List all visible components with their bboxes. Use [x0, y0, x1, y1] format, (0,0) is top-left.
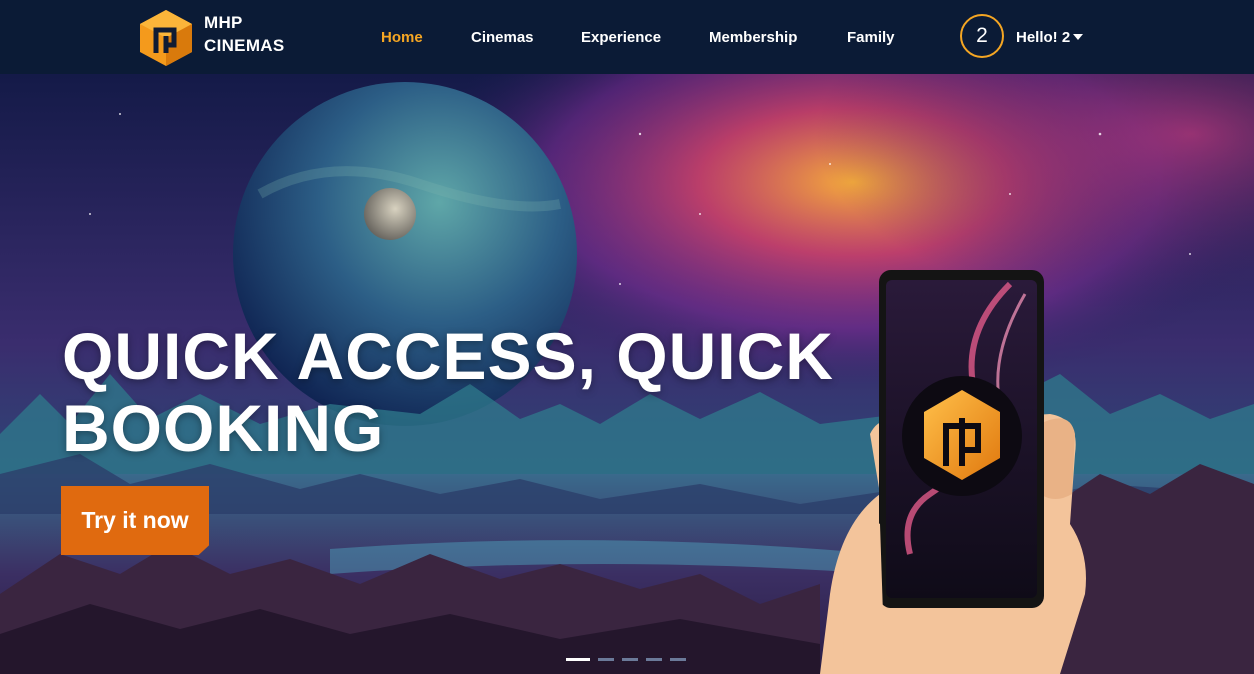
user-greeting: Hello! 2: [1016, 29, 1071, 46]
hero-banner: QUICK ACCESS, QUICK BOOKING Try it now: [0, 74, 1254, 674]
carousel-dot-5[interactable]: [670, 658, 686, 661]
caret-down-icon: [1073, 34, 1084, 40]
brand-line-2: CINEMAS: [204, 36, 285, 55]
brand-name[interactable]: MHP CINEMAS: [204, 11, 324, 57]
user-avatar[interactable]: 2: [960, 14, 1004, 58]
carousel-dot-3[interactable]: [622, 658, 638, 661]
hero-title: QUICK ACCESS, QUICK BOOKING: [62, 319, 834, 465]
nav-experience[interactable]: Experience: [581, 29, 661, 46]
brand-line-1: MHP: [204, 13, 243, 32]
nav-cinemas[interactable]: Cinemas: [471, 29, 534, 46]
nav-membership[interactable]: Membership: [709, 29, 797, 46]
navbar: MHP CINEMAS Home Cinemas Experience Memb…: [0, 0, 1254, 74]
carousel-dot-4[interactable]: [646, 658, 662, 661]
mhp-logo-icon[interactable]: [138, 9, 194, 67]
user-menu[interactable]: Hello! 2: [1016, 29, 1084, 46]
nav-family[interactable]: Family: [847, 29, 895, 46]
carousel-dot-1[interactable]: [566, 658, 590, 661]
nav-home[interactable]: Home: [381, 29, 423, 46]
try-it-now-button[interactable]: Try it now: [61, 486, 209, 555]
carousel-dot-2[interactable]: [598, 658, 614, 661]
